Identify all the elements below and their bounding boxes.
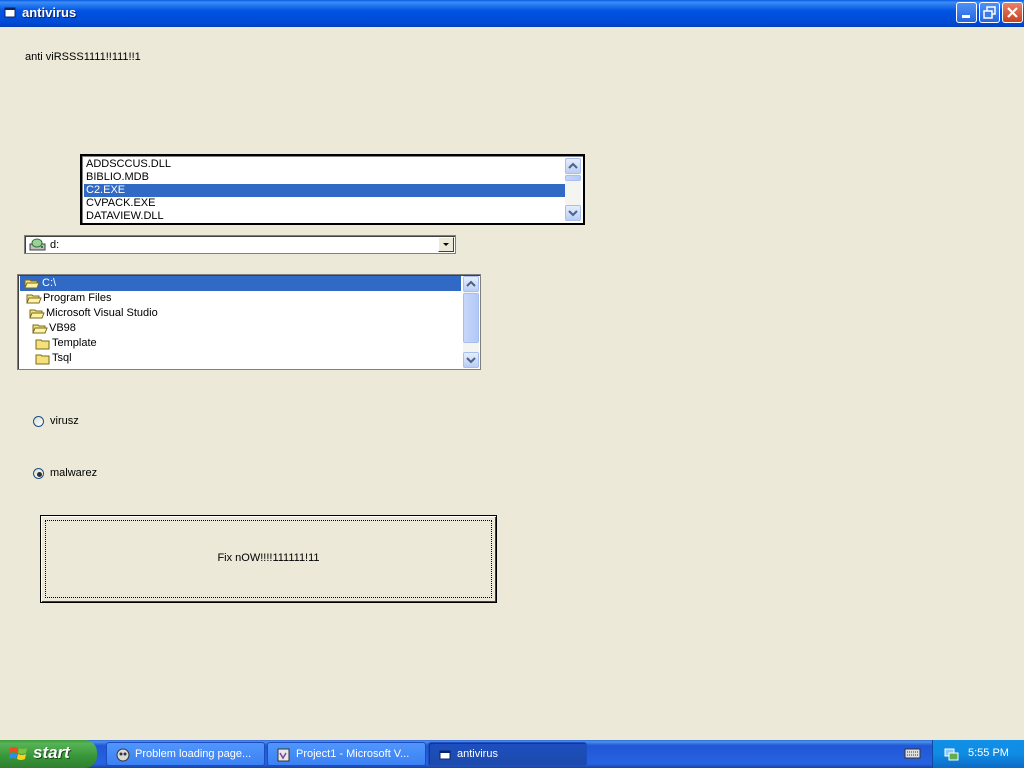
dir-item-label: Program Files: [43, 292, 112, 304]
taskbar-item-label: Problem loading page...: [135, 748, 252, 760]
scroll-up-button[interactable]: [463, 276, 479, 292]
windows-flag-icon: [9, 747, 27, 760]
chevron-up-icon: [466, 280, 476, 287]
dir-item[interactable]: Program Files: [20, 291, 461, 306]
fix-now-button-label: Fix nOW!!!!111111!11: [217, 552, 320, 564]
dir-item[interactable]: VB98: [20, 321, 461, 336]
chevron-up-icon: [568, 162, 578, 169]
dir-item-label: C:\: [42, 277, 57, 289]
start-label: start: [33, 743, 70, 762]
system-tray: 5:55 PM: [932, 740, 1024, 768]
heading-label: anti viRSSS1111!!111!!1: [25, 51, 141, 63]
network-icon[interactable]: [943, 746, 959, 762]
folder-icon: [35, 354, 50, 365]
chevron-down-icon: [443, 243, 449, 246]
window-title: antivirus: [22, 5, 77, 20]
chevron-down-icon: [466, 357, 476, 364]
open-folder-icon: [26, 294, 42, 304]
open-folder-icon: [32, 324, 48, 334]
file-list-box[interactable]: ADDSCCUS.DLL BIBLIO.MDB C2.EXE CVPACK.EX…: [80, 154, 585, 225]
taskbar-item-label: antivirus: [457, 748, 498, 760]
drive-icon: [29, 238, 46, 251]
clock[interactable]: 5:55 PM: [968, 747, 1009, 759]
dir-item-label: VB98: [49, 322, 76, 334]
dir-list-scrollbar[interactable]: [463, 276, 479, 368]
chevron-down-icon: [568, 210, 578, 217]
minimize-button[interactable]: [956, 2, 977, 23]
taskbar-item-antivirus[interactable]: antivirus: [428, 742, 587, 766]
title-bar[interactable]: antivirus: [0, 0, 1024, 27]
scroll-down-button[interactable]: [565, 205, 581, 221]
drive-value: d:: [50, 239, 60, 251]
dir-item-selected[interactable]: C:\: [20, 276, 461, 291]
form-client-area: anti viRSSS1111!!111!!1 ADDSCCUS.DLL BIB…: [0, 27, 1024, 740]
minimize-icon: [962, 15, 970, 18]
taskbar-item-label: Project1 - Microsoft V...: [296, 748, 410, 760]
taskbar-item-browser[interactable]: Problem loading page...: [106, 742, 265, 766]
dir-item[interactable]: Microsoft Visual Studio: [20, 306, 461, 321]
keyboard-icon[interactable]: [904, 746, 922, 760]
dir-item-label: Microsoft Visual Studio: [46, 307, 158, 319]
taskbar: start Problem loading page... Project1 -…: [0, 740, 1024, 768]
browser-icon: [116, 748, 130, 762]
file-list-item[interactable]: BIBLIO.MDB: [84, 171, 566, 184]
dir-item-label: Template: [52, 337, 97, 349]
dir-item-label: Tsql: [52, 352, 72, 364]
fix-now-button[interactable]: Fix nOW!!!!111111!11: [40, 515, 497, 603]
start-button[interactable]: start: [0, 740, 97, 768]
taskbar-item-vb[interactable]: Project1 - Microsoft V...: [267, 742, 426, 766]
visual-basic-icon: [277, 748, 290, 762]
virusz-radio-label[interactable]: virusz: [50, 415, 79, 427]
restore-icon: [983, 6, 996, 19]
radio-checked-dot: [37, 472, 42, 477]
file-list-item[interactable]: DATAVIEW.DLL: [84, 210, 566, 223]
malwarez-radio[interactable]: [33, 468, 44, 479]
close-icon: [1007, 7, 1018, 18]
directory-list-box[interactable]: C:\ Program Files Microsoft Visual Studi…: [17, 274, 481, 370]
close-button[interactable]: [1002, 2, 1023, 23]
dir-item[interactable]: Template: [20, 336, 461, 351]
open-folder-icon: [29, 309, 45, 319]
scroll-up-button[interactable]: [565, 158, 581, 174]
virusz-radio[interactable]: [33, 416, 44, 427]
restore-button[interactable]: [979, 2, 1000, 23]
file-list-item[interactable]: ADDSCCUS.DLL: [84, 158, 566, 171]
folder-icon: [35, 339, 50, 350]
dir-item[interactable]: Tsql: [20, 351, 461, 366]
app-window-icon: [439, 750, 451, 760]
drive-dropdown-button[interactable]: [438, 237, 454, 252]
scroll-thumb[interactable]: [565, 175, 581, 181]
file-list-scrollbar[interactable]: [565, 158, 581, 221]
file-list-item[interactable]: CVPACK.EXE: [84, 197, 566, 210]
scroll-thumb[interactable]: [463, 293, 479, 343]
file-list-item-selected[interactable]: C2.EXE: [84, 184, 566, 197]
drive-combo-box[interactable]: d:: [24, 235, 456, 254]
malwarez-radio-label[interactable]: malwarez: [50, 467, 97, 479]
scroll-down-button[interactable]: [463, 352, 479, 368]
app-icon: [4, 7, 16, 18]
open-folder-icon: [24, 279, 40, 289]
